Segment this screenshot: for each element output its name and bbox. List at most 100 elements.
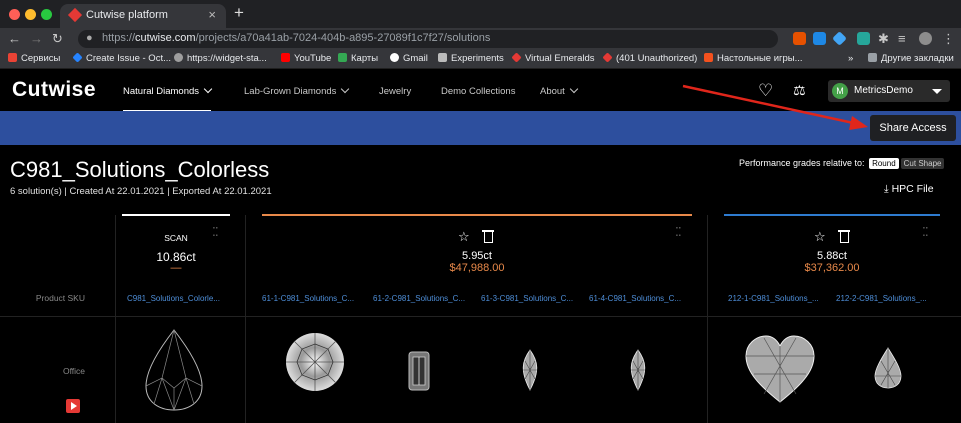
divider (0, 316, 961, 317)
reload-icon[interactable]: ↻ (52, 31, 63, 47)
nav-lab-grown-diamonds[interactable]: Lab-Grown Diamonds (244, 84, 350, 97)
project-meta: 6 solution(s) | Created At 22.01.2021 | … (10, 186, 272, 197)
divider (707, 215, 708, 423)
row-label-product-sku: Product SKU (35, 293, 85, 303)
nav-demo-collections[interactable]: Demo Collections (441, 86, 515, 97)
caret-down-icon (932, 89, 942, 94)
trash-icon[interactable] (482, 230, 494, 243)
browser-tab[interactable]: Cutwise platform × (60, 4, 226, 28)
close-window-button[interactable] (9, 9, 20, 20)
maps-icon (338, 53, 347, 62)
youtube-play-icon[interactable] (66, 399, 80, 413)
bookmark-item[interactable]: Experiments (438, 53, 504, 64)
scan-card-indicator (122, 214, 230, 216)
round-diamond-image (286, 333, 344, 391)
page-title: C981_Solutions_Colorless (10, 157, 270, 182)
sku-link[interactable]: 212-1-C981_Solutions_... (728, 294, 819, 303)
pear-diamond-outline (145, 329, 203, 411)
user-menu-button[interactable]: M MetricsDemo (828, 80, 950, 102)
favorites-heart-icon[interactable]: ♡ (758, 81, 773, 101)
bookmark-icon (704, 53, 713, 62)
bookmark-apps[interactable]: Сервисы (8, 53, 60, 64)
close-tab-icon[interactable]: × (208, 7, 216, 22)
hpc-file-button[interactable]: ⤓ HPC File (884, 183, 934, 196)
user-name: MetricsDemo (854, 85, 913, 96)
compare-scales-icon[interactable]: ⚖ (793, 82, 806, 99)
forward-icon[interactable]: → (30, 31, 43, 46)
nav-about[interactable]: About (540, 84, 579, 97)
share-access-button[interactable]: Share Access (870, 115, 956, 141)
group1-indicator (262, 214, 692, 216)
bookmarks-overflow-button[interactable]: » (848, 53, 853, 64)
group2-weight: 5.88ct (817, 250, 847, 262)
site-info-icon[interactable]: ● (86, 32, 93, 44)
sku-link[interactable]: 61-4-C981_Solutions_C... (589, 294, 681, 303)
jira-icon (72, 52, 83, 63)
cutwise-logo[interactable]: Cutwise (12, 78, 96, 102)
avatar: M (832, 83, 848, 99)
group2-price: $37,362.00 (804, 262, 860, 274)
folder-icon (868, 53, 877, 62)
perf-option-cut-shape[interactable]: Cut Shape (900, 158, 945, 169)
extension-icon[interactable] (813, 32, 826, 45)
trash-icon[interactable] (838, 230, 850, 243)
chevron-down-icon (569, 84, 579, 94)
back-icon[interactable]: ← (8, 31, 21, 46)
project-action-bar (0, 111, 961, 145)
nav-natural-diamonds[interactable]: Natural Diamonds (123, 84, 213, 112)
bookmark-item[interactable]: Virtual Emeralds (511, 52, 595, 64)
address-bar[interactable]: ● https://cutwise.com/projects/a70a41ab-… (78, 30, 778, 48)
star-icon[interactable]: ☆ (458, 229, 470, 245)
bookmark-item[interactable]: https://widget-sta... (174, 53, 267, 64)
heart-diamond-image (745, 335, 815, 403)
bookmark-item[interactable]: Настольные игры... (704, 53, 803, 64)
reading-list-icon[interactable]: ≡ (898, 31, 906, 46)
extension-icon[interactable] (793, 32, 806, 45)
cutwise-favicon-icon (67, 7, 83, 23)
browser-menu-icon[interactable]: ⋮ (942, 31, 955, 47)
chevron-down-icon (203, 84, 213, 94)
group1-weight: 5.95ct (462, 250, 492, 262)
marquise-diamond-image (522, 349, 538, 391)
sku-link[interactable]: 61-2-C981_Solutions_C... (373, 294, 465, 303)
maximize-window-button[interactable] (41, 9, 52, 20)
minimize-window-button[interactable] (25, 9, 36, 20)
apps-grid-icon (8, 53, 17, 62)
download-icon: ⤓ (884, 183, 892, 195)
card-menu-icon[interactable]: ⁚⁚ (212, 226, 219, 238)
globe-icon (174, 53, 183, 62)
youtube-icon (281, 53, 290, 62)
cutwise-icon (511, 52, 522, 63)
extension-icon[interactable] (857, 32, 870, 45)
nav-jewelry[interactable]: Jewelry (379, 86, 411, 97)
pear-diamond-image (874, 347, 902, 389)
bookmark-item[interactable]: (401 Unauthorized) (602, 52, 697, 64)
card-menu-icon[interactable]: ⁚⁚ (922, 226, 929, 238)
bookmark-item[interactable]: Create Issue - Oct... (72, 52, 171, 64)
group1-price: $47,988.00 (449, 262, 505, 274)
bookmark-item[interactable]: Gmail (390, 53, 428, 64)
browser-tab-bar: Cutwise platform × + (0, 0, 961, 28)
flask-icon (438, 53, 447, 62)
sku-link[interactable]: 61-3-C981_Solutions_C... (481, 294, 573, 303)
perf-option-round[interactable]: Round (869, 158, 899, 169)
extension-icon[interactable] (832, 31, 847, 46)
chevron-down-icon (341, 84, 350, 94)
row-label-office: Office (62, 366, 85, 376)
sku-link[interactable]: 61-1-C981_Solutions_C... (262, 294, 354, 303)
google-icon (390, 53, 399, 62)
star-icon[interactable]: ☆ (814, 229, 826, 245)
profile-avatar[interactable] (919, 32, 932, 45)
bookmark-item[interactable]: YouTube (281, 53, 331, 64)
bookmark-item[interactable]: Карты (338, 53, 378, 64)
new-tab-icon[interactable]: + (234, 3, 244, 23)
sku-link[interactable]: 212-2-C981_Solutions_... (836, 294, 927, 303)
scan-price: — (170, 262, 182, 274)
marquise-diamond-image (630, 349, 646, 391)
tab-title: Cutwise platform (86, 9, 168, 21)
extensions-puzzle-icon[interactable]: ✱ (878, 31, 889, 47)
group2-indicator (724, 214, 940, 216)
card-menu-icon[interactable]: ⁚⁚ (675, 226, 682, 238)
sku-link[interactable]: C981_Solutions_Colorle... (127, 294, 220, 303)
other-bookmarks[interactable]: Другие закладки (868, 53, 954, 64)
